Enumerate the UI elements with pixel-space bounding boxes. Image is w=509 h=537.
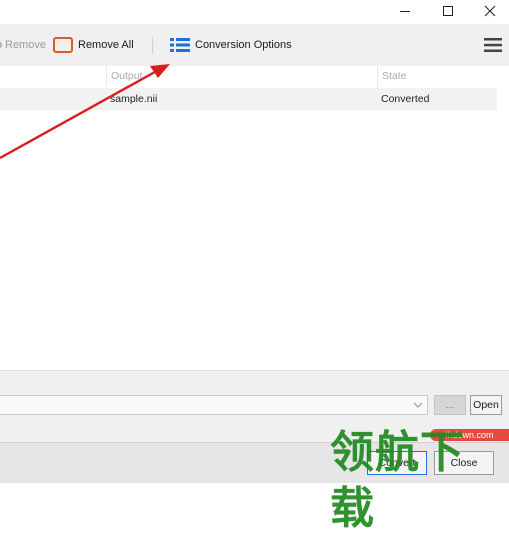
- annotation-arrow: [0, 64, 170, 160]
- close-window-button[interactable]: [470, 0, 509, 22]
- minimize-icon: [400, 11, 410, 12]
- minimize-button[interactable]: [385, 0, 425, 22]
- remove-label: Remove: [5, 39, 46, 51]
- maximize-icon: [443, 6, 453, 16]
- conversion-options-button[interactable]: Conversion Options: [170, 24, 292, 66]
- title-bar: [0, 0, 509, 24]
- remove-all-icon: [53, 37, 73, 53]
- remove-all-label: Remove All: [78, 39, 134, 51]
- maximize-button[interactable]: [428, 0, 468, 22]
- close-icon: [484, 5, 496, 17]
- state-cell: Converted: [381, 93, 430, 105]
- conversion-options-label: Conversion Options: [195, 39, 292, 51]
- watermark-text: 领航下载: [330, 427, 465, 534]
- column-header-state[interactable]: State: [377, 66, 502, 86]
- main-menu-button[interactable]: [484, 24, 502, 66]
- toolbar-separator: [152, 37, 153, 54]
- hamburger-menu-icon: [484, 38, 502, 52]
- list-icon: [170, 38, 190, 52]
- remove-icon: [0, 41, 2, 49]
- output-path-combobox[interactable]: [0, 395, 428, 415]
- browse-button[interactable]: ...: [434, 395, 466, 415]
- chevron-down-icon: [413, 402, 423, 408]
- open-button[interactable]: Open: [470, 395, 502, 415]
